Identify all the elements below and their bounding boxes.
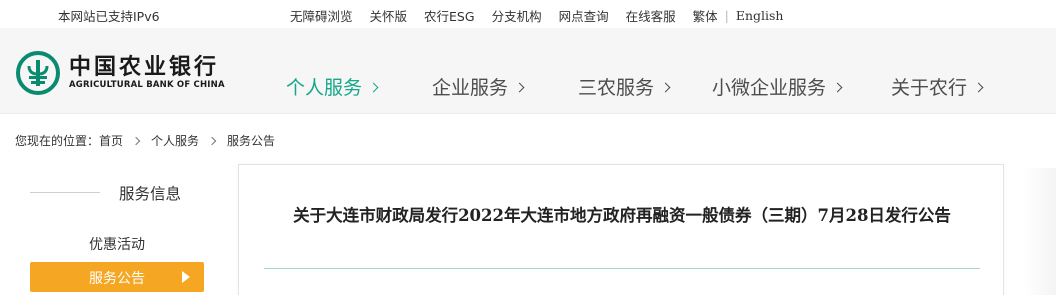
chevron-right-icon bbox=[660, 82, 671, 92]
sidebar-item-label: 服务公告 bbox=[89, 271, 145, 287]
sidebar: 服务信息 优惠活动 服务公告 bbox=[30, 164, 206, 295]
breadcrumb-service-notices[interactable]: 服务公告 bbox=[227, 132, 275, 149]
nav-personal-services[interactable]: 个人服务 bbox=[286, 73, 379, 100]
breadcrumb-prefix: 您现在的位置： bbox=[15, 134, 100, 148]
sidebar-header: 服务信息 bbox=[30, 182, 206, 203]
nav-about-abc[interactable]: 关于农行 bbox=[891, 73, 984, 100]
esg-link[interactable]: 农行ESG bbox=[424, 6, 475, 25]
care-mode-link[interactable]: 关怀版 bbox=[370, 6, 408, 25]
article-title: 关于大连市财政局发行2022年大连市地方政府再融资一般债券（三期）7月28日发行… bbox=[293, 206, 951, 225]
nav-rural-services[interactable]: 三农服务 bbox=[578, 73, 671, 100]
breadcrumb-personal-services[interactable]: 个人服务 bbox=[151, 132, 199, 149]
sidebar-item-promotions[interactable]: 优惠活动 bbox=[30, 228, 204, 258]
english-link[interactable]: English bbox=[736, 8, 784, 23]
language-separator: | bbox=[724, 8, 729, 23]
ipv6-notice: 本网站已支持IPv6 bbox=[58, 9, 160, 24]
chevron-right-icon bbox=[832, 82, 843, 92]
chevron-right-icon bbox=[368, 82, 379, 92]
top-links: 无障碍浏览 关怀版 农行ESG 分支机构 网点查询 在线客服 繁体 | Engl… bbox=[290, 6, 783, 25]
top-utility-bar: 本网站已支持IPv6 无障碍浏览 关怀版 农行ESG 分支机构 网点查询 在线客… bbox=[0, 0, 1056, 28]
nav-small-business-services[interactable]: 小微企业服务 bbox=[712, 73, 843, 100]
online-service-link[interactable]: 在线客服 bbox=[626, 6, 676, 25]
main-nav: 个人服务 企业服务 三农服务 小微企业服务 关于农行 bbox=[0, 73, 1056, 105]
branches-link[interactable]: 分支机构 bbox=[492, 6, 542, 25]
chevron-right-icon bbox=[973, 82, 984, 92]
chevron-right-icon bbox=[207, 136, 217, 145]
sidebar-title: 服务信息 bbox=[119, 185, 182, 203]
nav-label: 小微企业服务 bbox=[712, 77, 827, 99]
sidebar-item-label: 优惠活动 bbox=[89, 237, 145, 253]
sidebar-item-service-notices[interactable]: 服务公告 bbox=[30, 262, 204, 292]
divider bbox=[30, 192, 100, 193]
article-card: 关于大连市财政局发行2022年大连市地方政府再融资一般债券（三期）7月28日发行… bbox=[238, 164, 1004, 295]
chevron-right-icon bbox=[514, 82, 525, 92]
chevron-right-icon bbox=[131, 136, 141, 145]
nav-label: 三农服务 bbox=[578, 77, 655, 99]
nav-label: 企业服务 bbox=[432, 77, 509, 99]
breadcrumb-home[interactable]: 首页 bbox=[99, 132, 123, 149]
nav-label: 个人服务 bbox=[286, 77, 363, 99]
accessibility-link[interactable]: 无障碍浏览 bbox=[290, 6, 353, 25]
title-divider bbox=[264, 268, 980, 269]
outlet-search-link[interactable]: 网点查询 bbox=[559, 6, 609, 25]
main-header: 中国农业银行 AGRICULTURAL BANK OF CHINA 个人服务 企… bbox=[0, 28, 1056, 114]
nav-label: 关于农行 bbox=[891, 77, 968, 99]
breadcrumb: 您现在的位置： 首页 个人服务 服务公告 bbox=[15, 132, 275, 149]
right-edge-shadow bbox=[1024, 168, 1056, 295]
nav-corporate-services[interactable]: 企业服务 bbox=[432, 73, 525, 100]
triangle-right-icon bbox=[182, 271, 190, 283]
traditional-chinese-link[interactable]: 繁体 bbox=[693, 6, 718, 25]
